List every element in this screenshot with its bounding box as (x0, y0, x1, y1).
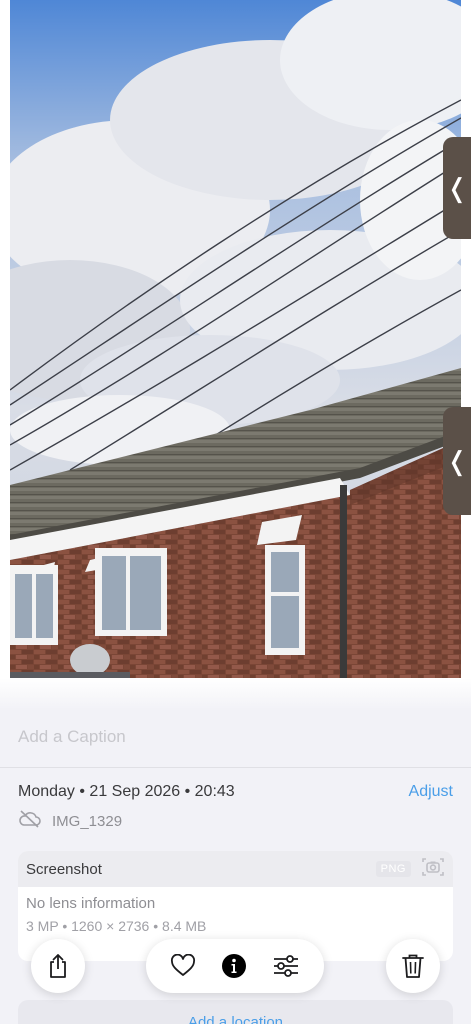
lens-info: No lens information (26, 895, 156, 912)
edit-button[interactable] (272, 954, 300, 978)
camera-viewfinder-icon (421, 856, 445, 883)
photo-date: Monday • 21 Sep 2026 • 20:43 (18, 783, 235, 800)
sliders-icon (273, 955, 298, 977)
image-specs: 3 MP • 1260 × 2736 • 8.4 MB (26, 918, 207, 934)
photo-viewer[interactable] (10, 0, 461, 678)
side-panel-handle-top[interactable]: ❬ (443, 137, 471, 239)
format-badge: PNG (375, 861, 411, 877)
cloud-slash-icon (18, 810, 42, 832)
share-icon (46, 953, 70, 979)
panel-fade (0, 678, 471, 710)
delete-button[interactable] (386, 939, 440, 993)
divider (0, 767, 471, 768)
caption-field[interactable]: Add a Caption (18, 727, 126, 747)
photo-image (10, 0, 461, 678)
side-panel-handle-middle[interactable]: ❬ (443, 407, 471, 515)
card-body: No lens information 3 MP • 1260 × 2736 •… (18, 887, 453, 942)
info-button[interactable] (221, 953, 247, 979)
filename: IMG_1329 (52, 812, 123, 830)
card-header: Screenshot PNG (18, 851, 453, 887)
trash-icon (401, 953, 425, 979)
chevron-left-icon: ❬ (446, 445, 468, 476)
add-location-button[interactable]: Add a location (18, 1000, 453, 1024)
share-button[interactable] (31, 939, 85, 993)
adjust-date-button[interactable]: Adjust (409, 783, 453, 801)
heart-icon (171, 954, 196, 976)
favorite-button[interactable] (170, 954, 196, 978)
info-icon (221, 954, 246, 978)
filename-row: IMG_1329 (18, 810, 122, 832)
photo-actions-group (146, 939, 324, 993)
card-title: Screenshot (26, 860, 102, 878)
chevron-left-icon: ❬ (446, 172, 468, 203)
